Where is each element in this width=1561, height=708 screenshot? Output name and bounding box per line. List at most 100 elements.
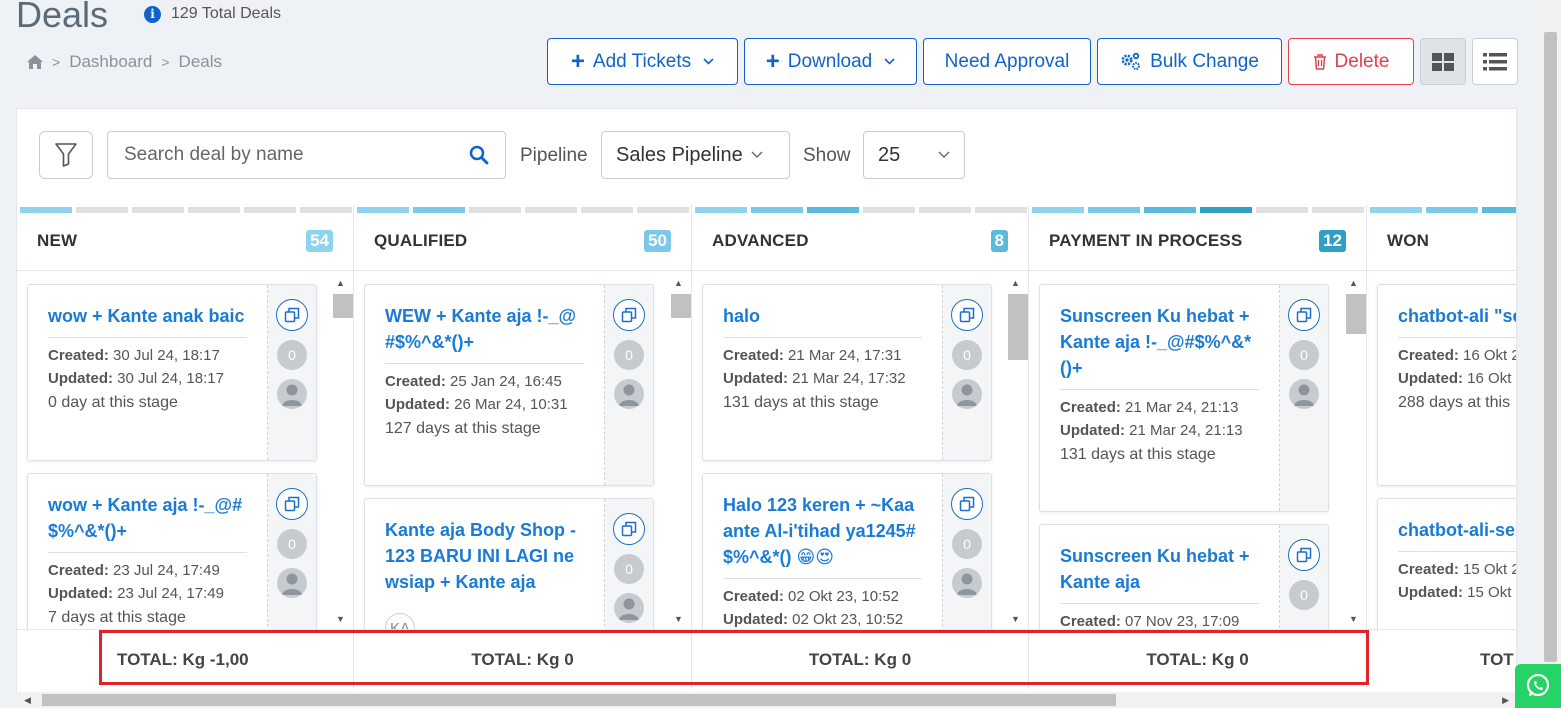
created-label: Created:	[723, 588, 784, 605]
search-icon[interactable]	[469, 145, 489, 165]
copy-icon[interactable]	[276, 299, 308, 331]
created-label: Created:	[1398, 561, 1459, 578]
plus-icon: +	[570, 47, 585, 75]
copy-icon[interactable]	[1288, 299, 1320, 331]
scroll-down-icon[interactable]: ▼	[336, 614, 345, 624]
user-avatar-icon[interactable]	[614, 593, 644, 623]
column-count-badge: 12	[1319, 229, 1346, 252]
copy-icon[interactable]	[1288, 539, 1320, 571]
download-button[interactable]: + Download	[744, 38, 917, 85]
column-scrollbar[interactable]: ▲ ▼	[669, 278, 691, 624]
card-list: halo Created: 21 Mar 24, 17:31 Updated: …	[692, 272, 1028, 631]
scroll-right-icon[interactable]: ▶	[1502, 695, 1509, 706]
page-scrollbar[interactable]	[1540, 0, 1561, 708]
counter-badge: 0	[277, 529, 307, 559]
deal-card[interactable]: Sunscreen Ku hebat + Kante aja !-_@#$%^&…	[1039, 284, 1329, 512]
user-avatar-icon[interactable]	[277, 568, 307, 598]
scroll-left-icon[interactable]: ◀	[24, 695, 31, 706]
column-header: NEW 54	[17, 211, 353, 271]
deal-title[interactable]: halo	[723, 303, 922, 338]
updated-value: 21 Mar 24, 21:13	[1129, 422, 1243, 439]
updated-label: Updated:	[723, 370, 788, 387]
scroll-up-icon[interactable]: ▲	[1349, 278, 1358, 288]
copy-icon[interactable]	[613, 513, 645, 545]
deal-title[interactable]: Halo 123 keren + ~Kaaante Al-i'tihad ya1…	[723, 492, 922, 579]
deal-card[interactable]: WEW + Kante aja !-_@#$%^&*()+ Created: 2…	[364, 284, 654, 486]
chevron-down-icon	[751, 151, 763, 158]
column-scrollbar[interactable]: ▲ ▼	[1344, 278, 1366, 624]
deal-card[interactable]: Kante aja Body Shop - 123 BARU INI LAGI …	[364, 498, 654, 631]
column-scrollbar[interactable]: ▲ ▼	[1006, 278, 1028, 624]
deal-card[interactable]: wow + Kante anak baic Created: 30 Jul 24…	[27, 284, 317, 461]
updated-value: 26 Mar 24, 10:31	[454, 396, 568, 413]
created-value: 15 Okt 2	[1463, 561, 1517, 578]
deal-title[interactable]: chatbot-ali-se Kante aja	[1398, 517, 1516, 552]
scroll-down-icon[interactable]: ▼	[674, 614, 683, 624]
stage-duration: 288 days at this	[1398, 394, 1511, 411]
scroll-down-icon[interactable]: ▼	[1349, 614, 1358, 624]
deal-title[interactable]: WEW + Kante aja !-_@#$%^&*()+	[385, 303, 584, 364]
updated-value: 21 Mar 24, 17:32	[792, 370, 906, 387]
user-avatar-icon[interactable]	[952, 568, 982, 598]
column-header: ADVANCED 8	[692, 211, 1028, 271]
created-value: 21 Mar 24, 21:13	[1125, 399, 1239, 416]
home-icon[interactable]	[27, 55, 43, 69]
deal-card[interactable]: halo Created: 21 Mar 24, 17:31 Updated: …	[702, 284, 992, 461]
bulk-change-button[interactable]: Bulk Change	[1097, 38, 1282, 85]
user-avatar-icon[interactable]	[952, 379, 982, 409]
deal-title[interactable]: wow + Kante anak baic	[48, 303, 247, 338]
delete-label: Delete	[1334, 50, 1390, 72]
show-select[interactable]: 25	[863, 131, 965, 179]
deal-title[interactable]: Kante aja Body Shop - 123 BARU INI LAGI …	[385, 517, 584, 603]
copy-icon[interactable]	[276, 488, 308, 520]
user-avatar-icon[interactable]	[1289, 379, 1319, 409]
whatsapp-chat-button[interactable]	[1515, 664, 1561, 708]
updated-value: 16 Okt	[1467, 370, 1512, 387]
column-header: PAYMENT IN PROCESS 12	[1029, 211, 1366, 271]
deal-title[interactable]: Sunscreen Ku hebat + Kante aja !-_@#$%^&…	[1060, 303, 1259, 390]
created-label: Created:	[1060, 613, 1121, 630]
pipeline-select[interactable]: Sales Pipeline	[601, 131, 790, 179]
deal-title[interactable]: Sunscreen Ku hebat + Kante aja	[1060, 543, 1259, 604]
column-count-badge: 8	[990, 229, 1008, 252]
list-view-button[interactable]	[1472, 38, 1518, 85]
breadcrumb-separator: >	[161, 54, 170, 70]
scroll-up-icon[interactable]: ▲	[674, 278, 683, 288]
deal-card[interactable]: chatbot-ali-se Kante aja Created: 15 Okt…	[1377, 498, 1517, 631]
scroll-up-icon[interactable]: ▲	[1011, 278, 1020, 288]
copy-icon[interactable]	[951, 488, 983, 520]
search-input[interactable]	[124, 144, 469, 166]
deal-title[interactable]: chatbot-ali "se Kante aja	[1398, 303, 1516, 338]
column-scrollbar[interactable]: ▲ ▼	[331, 278, 353, 624]
list-icon	[1483, 52, 1507, 70]
deal-card[interactable]: chatbot-ali "se Kante aja Created: 16 Ok…	[1377, 284, 1517, 486]
user-avatar-icon[interactable]	[277, 379, 307, 409]
deal-card[interactable]: Sunscreen Ku hebat + Kante aja Created: …	[1039, 524, 1329, 631]
kanban-columns: NEW 54 wow + Kante anak baic Created: 30…	[17, 205, 1517, 635]
deal-card[interactable]: wow + Kante aja !-_@#$%^&*()+ Created: 2…	[27, 473, 317, 631]
created-value: 16 Okt 2	[1463, 347, 1517, 364]
updated-label: Updated:	[48, 585, 113, 602]
need-approval-button[interactable]: Need Approval	[923, 38, 1091, 85]
board-horizontal-scrollbar[interactable]: ◀ ▶	[16, 692, 1517, 708]
breadcrumb-dashboard[interactable]: Dashboard	[69, 52, 152, 72]
created-label: Created:	[723, 347, 784, 364]
updated-value: 15 Okt	[1467, 584, 1512, 601]
pipeline-value: Sales Pipeline	[616, 143, 743, 166]
scroll-up-icon[interactable]: ▲	[336, 278, 345, 288]
whatsapp-icon	[1526, 673, 1550, 697]
copy-icon[interactable]	[951, 299, 983, 331]
deal-title[interactable]: wow + Kante aja !-_@#$%^&*()+	[48, 492, 247, 553]
scroll-down-icon[interactable]: ▼	[1011, 614, 1020, 624]
copy-icon[interactable]	[613, 299, 645, 331]
user-avatar-icon[interactable]	[614, 379, 644, 409]
add-tickets-button[interactable]: + Add Tickets	[547, 38, 738, 85]
kanban-view-button[interactable]	[1420, 38, 1466, 85]
totals-highlight-box	[99, 630, 1369, 685]
show-value: 25	[878, 143, 901, 166]
delete-button[interactable]: Delete	[1288, 38, 1414, 85]
filter-button[interactable]	[39, 131, 93, 179]
breadcrumb-deals: Deals	[178, 52, 223, 71]
updated-label: Updated:	[385, 396, 450, 413]
deal-card[interactable]: Halo 123 keren + ~Kaaante Al-i'tihad ya1…	[702, 473, 992, 631]
